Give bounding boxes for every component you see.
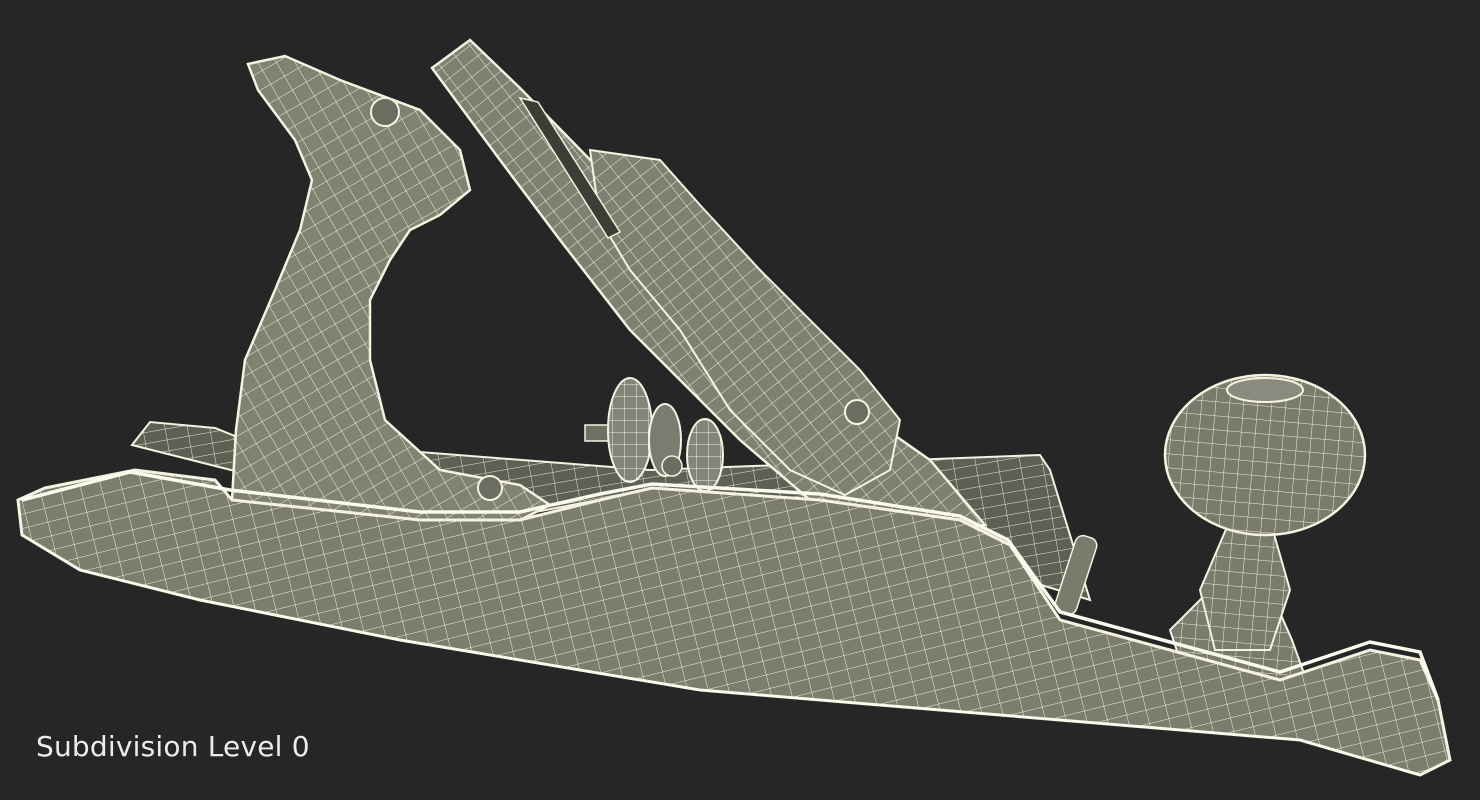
tote-toe-bolt — [477, 475, 503, 501]
plane-front-knob — [1163, 373, 1367, 702]
hand-plane-wireframe-render — [16, 38, 1452, 777]
lever-cap-screw — [844, 399, 870, 425]
3d-viewport[interactable]: Subdivision Level 0 — [0, 0, 1480, 800]
tote-bolt-head — [370, 97, 400, 127]
subdivision-level-caption: Subdivision Level 0 — [36, 730, 310, 763]
